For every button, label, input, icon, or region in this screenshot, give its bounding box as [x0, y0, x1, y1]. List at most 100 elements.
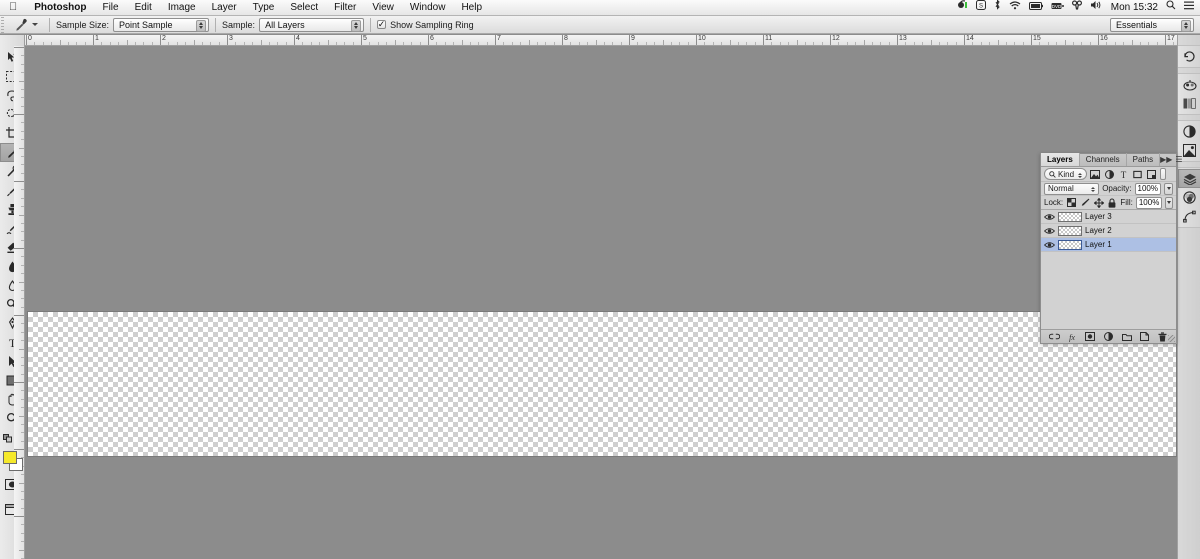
- apple-logo-icon[interactable]: : [0, 2, 26, 13]
- layer-row-1[interactable]: Layer 1: [1041, 238, 1176, 252]
- layer-name[interactable]: Layer 3: [1085, 212, 1112, 221]
- menu-item-filter[interactable]: Filter: [326, 0, 364, 16]
- layer-thumbnail[interactable]: [1058, 239, 1082, 250]
- paths-icon[interactable]: [1178, 207, 1200, 226]
- screen-sharing-icon[interactable]: S: [975, 0, 986, 16]
- menu-item-type[interactable]: Type: [245, 0, 283, 16]
- channels-icon[interactable]: [1178, 188, 1200, 207]
- blend-mode-row: Normal Opacity: 100%: [1041, 182, 1176, 196]
- color-wheel-icon[interactable]: [1178, 75, 1200, 94]
- fill-field[interactable]: 100%: [1135, 196, 1162, 209]
- layer-row-2[interactable]: Layer 2: [1041, 224, 1176, 238]
- opacity-stepper[interactable]: [1164, 182, 1173, 195]
- lock-position-icon[interactable]: [1093, 197, 1104, 209]
- filter-adjustment-icon[interactable]: [1103, 168, 1115, 180]
- menu-item-photoshop[interactable]: Photoshop: [26, 0, 94, 16]
- menu-item-view[interactable]: View: [364, 0, 402, 16]
- tab-channels[interactable]: Channels: [1080, 153, 1127, 166]
- filter-pixel-icon[interactable]: [1089, 168, 1101, 180]
- layer-style-button[interactable]: fx: [1067, 331, 1078, 342]
- wifi-icon[interactable]: [1009, 0, 1021, 16]
- tool-preset-caret-icon[interactable]: [32, 23, 38, 26]
- layer-filter-row: Kind T: [1041, 167, 1176, 182]
- adjustment-layer-button[interactable]: [1103, 331, 1114, 342]
- volume-icon[interactable]: [1090, 0, 1103, 16]
- sample-size-dropdown[interactable]: Point Sample: [113, 17, 210, 32]
- menu-item-edit[interactable]: Edit: [127, 0, 160, 16]
- history-icon[interactable]: [1178, 47, 1200, 66]
- menu-item-image[interactable]: Image: [160, 0, 204, 16]
- filter-enable-toggle[interactable]: [1160, 168, 1167, 180]
- tab-layers[interactable]: Layers: [1041, 153, 1080, 166]
- menu-item-select[interactable]: Select: [282, 0, 326, 16]
- vruler-major-tick: [14, 114, 24, 115]
- layer-thumbnail[interactable]: [1058, 211, 1082, 222]
- menu-item-window[interactable]: Window: [402, 0, 454, 16]
- collapse-panel-icon[interactable]: ▶▶: [1160, 153, 1172, 166]
- delete-layer-button[interactable]: [1157, 331, 1168, 342]
- time-machine-icon[interactable]: [1071, 0, 1082, 16]
- swatches-icon[interactable]: [1178, 94, 1200, 113]
- notification-center-icon[interactable]: [1184, 0, 1194, 16]
- layer-visibility-icon[interactable]: [1043, 211, 1055, 223]
- ruler-major-tick: [763, 35, 764, 45]
- lock-image-pixels-icon[interactable]: [1080, 197, 1091, 209]
- eyedropper-icon[interactable]: [10, 17, 32, 33]
- transparent-layer-strip[interactable]: [28, 312, 1176, 456]
- new-group-button[interactable]: [1121, 331, 1132, 342]
- options-bar-grip[interactable]: [1, 16, 8, 33]
- bluetooth-icon[interactable]: [994, 0, 1001, 16]
- panel-resize-grip[interactable]: [1168, 335, 1175, 342]
- options-bar-right: Essentials: [1110, 17, 1200, 32]
- foreground-color-swatch[interactable]: [3, 451, 17, 464]
- new-layer-button[interactable]: [1139, 331, 1150, 342]
- link-layers-button[interactable]: [1048, 331, 1060, 342]
- filter-type-icon[interactable]: T: [1117, 168, 1129, 180]
- sample-label: Sample:: [222, 19, 256, 30]
- sample-dropdown[interactable]: All Layers: [259, 17, 365, 32]
- layer-thumbnail[interactable]: [1058, 225, 1082, 236]
- layers-panel[interactable]: Layers Channels Paths ▶▶ ☰ Kind T Normal…: [1040, 153, 1183, 344]
- menu-item-layer[interactable]: Layer: [204, 0, 245, 16]
- layer-visibility-icon[interactable]: [1043, 225, 1055, 237]
- blend-mode-dropdown[interactable]: Normal: [1044, 182, 1100, 195]
- filter-shape-icon[interactable]: [1131, 168, 1143, 180]
- ruler-major-tick: [428, 35, 429, 45]
- show-sampling-ring-checkbox[interactable]: ✓: [377, 20, 387, 29]
- menu-bar-clock[interactable]: Mon 15:32: [1111, 2, 1158, 13]
- vertical-ruler[interactable]: [14, 46, 25, 559]
- search-icon[interactable]: [1166, 0, 1176, 16]
- ruler-major-tick: [562, 35, 563, 45]
- layers-icon[interactable]: [1178, 169, 1200, 188]
- battery-icon[interactable]: [1028, 0, 1043, 16]
- layers-panel-footer: fx: [1041, 329, 1176, 343]
- blend-mode-value: Normal: [1048, 184, 1074, 193]
- document-canvas[interactable]: [25, 46, 1177, 559]
- layer-mask-button[interactable]: [1085, 331, 1096, 342]
- tab-paths[interactable]: Paths: [1127, 153, 1161, 166]
- layer-row-3[interactable]: Layer 3: [1041, 210, 1176, 224]
- dvd-icon[interactable]: DVD: [1051, 0, 1064, 16]
- workspace-dropdown[interactable]: Essentials: [1110, 17, 1194, 32]
- menu-item-help[interactable]: Help: [453, 0, 490, 16]
- opacity-field[interactable]: 100%: [1134, 182, 1161, 195]
- lock-transparent-pixels-icon[interactable]: [1066, 197, 1077, 209]
- filter-kind-arrows-icon: [1076, 169, 1084, 181]
- panel-menu-icon[interactable]: ☰: [1175, 153, 1182, 166]
- svg-text:T: T: [1120, 170, 1126, 179]
- layer-name[interactable]: Layer 2: [1085, 226, 1112, 235]
- fill-stepper[interactable]: [1164, 196, 1173, 209]
- layer-name[interactable]: Layer 1: [1085, 240, 1112, 249]
- filter-kind-dropdown[interactable]: Kind: [1044, 168, 1088, 181]
- menu-item-file[interactable]: File: [94, 0, 126, 16]
- lock-all-icon[interactable]: [1107, 197, 1118, 209]
- headphones-icon[interactable]: [957, 0, 968, 16]
- workspace-arrows-icon: [1181, 19, 1191, 32]
- filter-kind-label: Kind: [1058, 169, 1075, 179]
- layer-visibility-icon[interactable]: [1043, 239, 1055, 251]
- adjustments-icon[interactable]: [1178, 122, 1200, 141]
- ruler-major-tick: [227, 35, 228, 45]
- filter-smart-object-icon[interactable]: [1145, 168, 1157, 180]
- sample-size-arrows-icon: [196, 19, 207, 32]
- horizontal-ruler[interactable]: 0123456789101112131415161718: [25, 35, 1177, 46]
